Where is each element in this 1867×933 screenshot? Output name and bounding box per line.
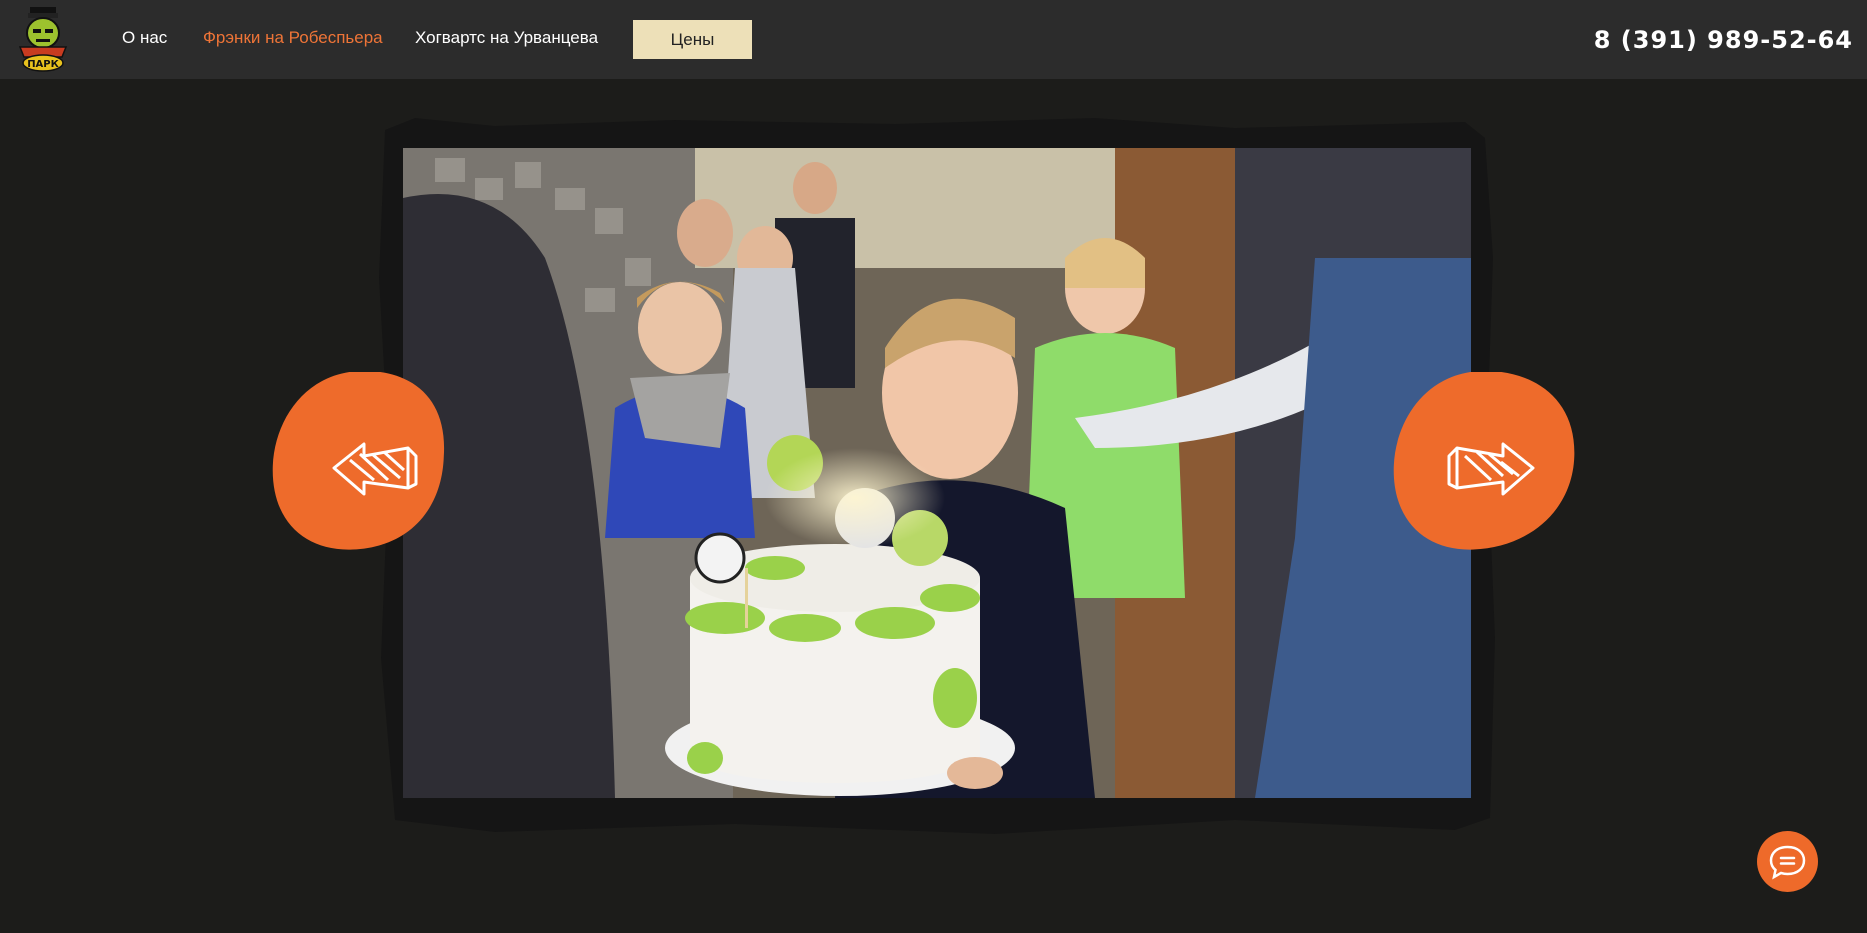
arrow-right-icon: [1393, 370, 1575, 550]
photo-slider: [375, 118, 1500, 838]
nav-about[interactable]: О нас: [122, 28, 167, 48]
chat-button[interactable]: [1757, 831, 1818, 892]
nav-frenki-robespiera[interactable]: Фрэнки на Робеспьера: [203, 28, 383, 48]
slider-next-button[interactable]: [1393, 370, 1593, 572]
logo-text: ПАРК: [27, 59, 59, 70]
slider-prev-button[interactable]: [272, 370, 472, 572]
park-logo[interactable]: ПАРК: [16, 5, 70, 73]
prices-button[interactable]: Цены: [633, 20, 752, 59]
birthday-photo: [379, 118, 1495, 834]
arrow-left-icon: [272, 370, 445, 550]
site-header: ПАРК О нас Фрэнки на Робеспьера Хогвартс…: [0, 0, 1867, 79]
chat-bubble-icon: [1769, 845, 1806, 880]
nav-hogwarts-urvantseva[interactable]: Хогвартс на Урванцева: [415, 28, 598, 48]
phone-number[interactable]: 8 (391) 989-52-64: [1594, 26, 1853, 54]
